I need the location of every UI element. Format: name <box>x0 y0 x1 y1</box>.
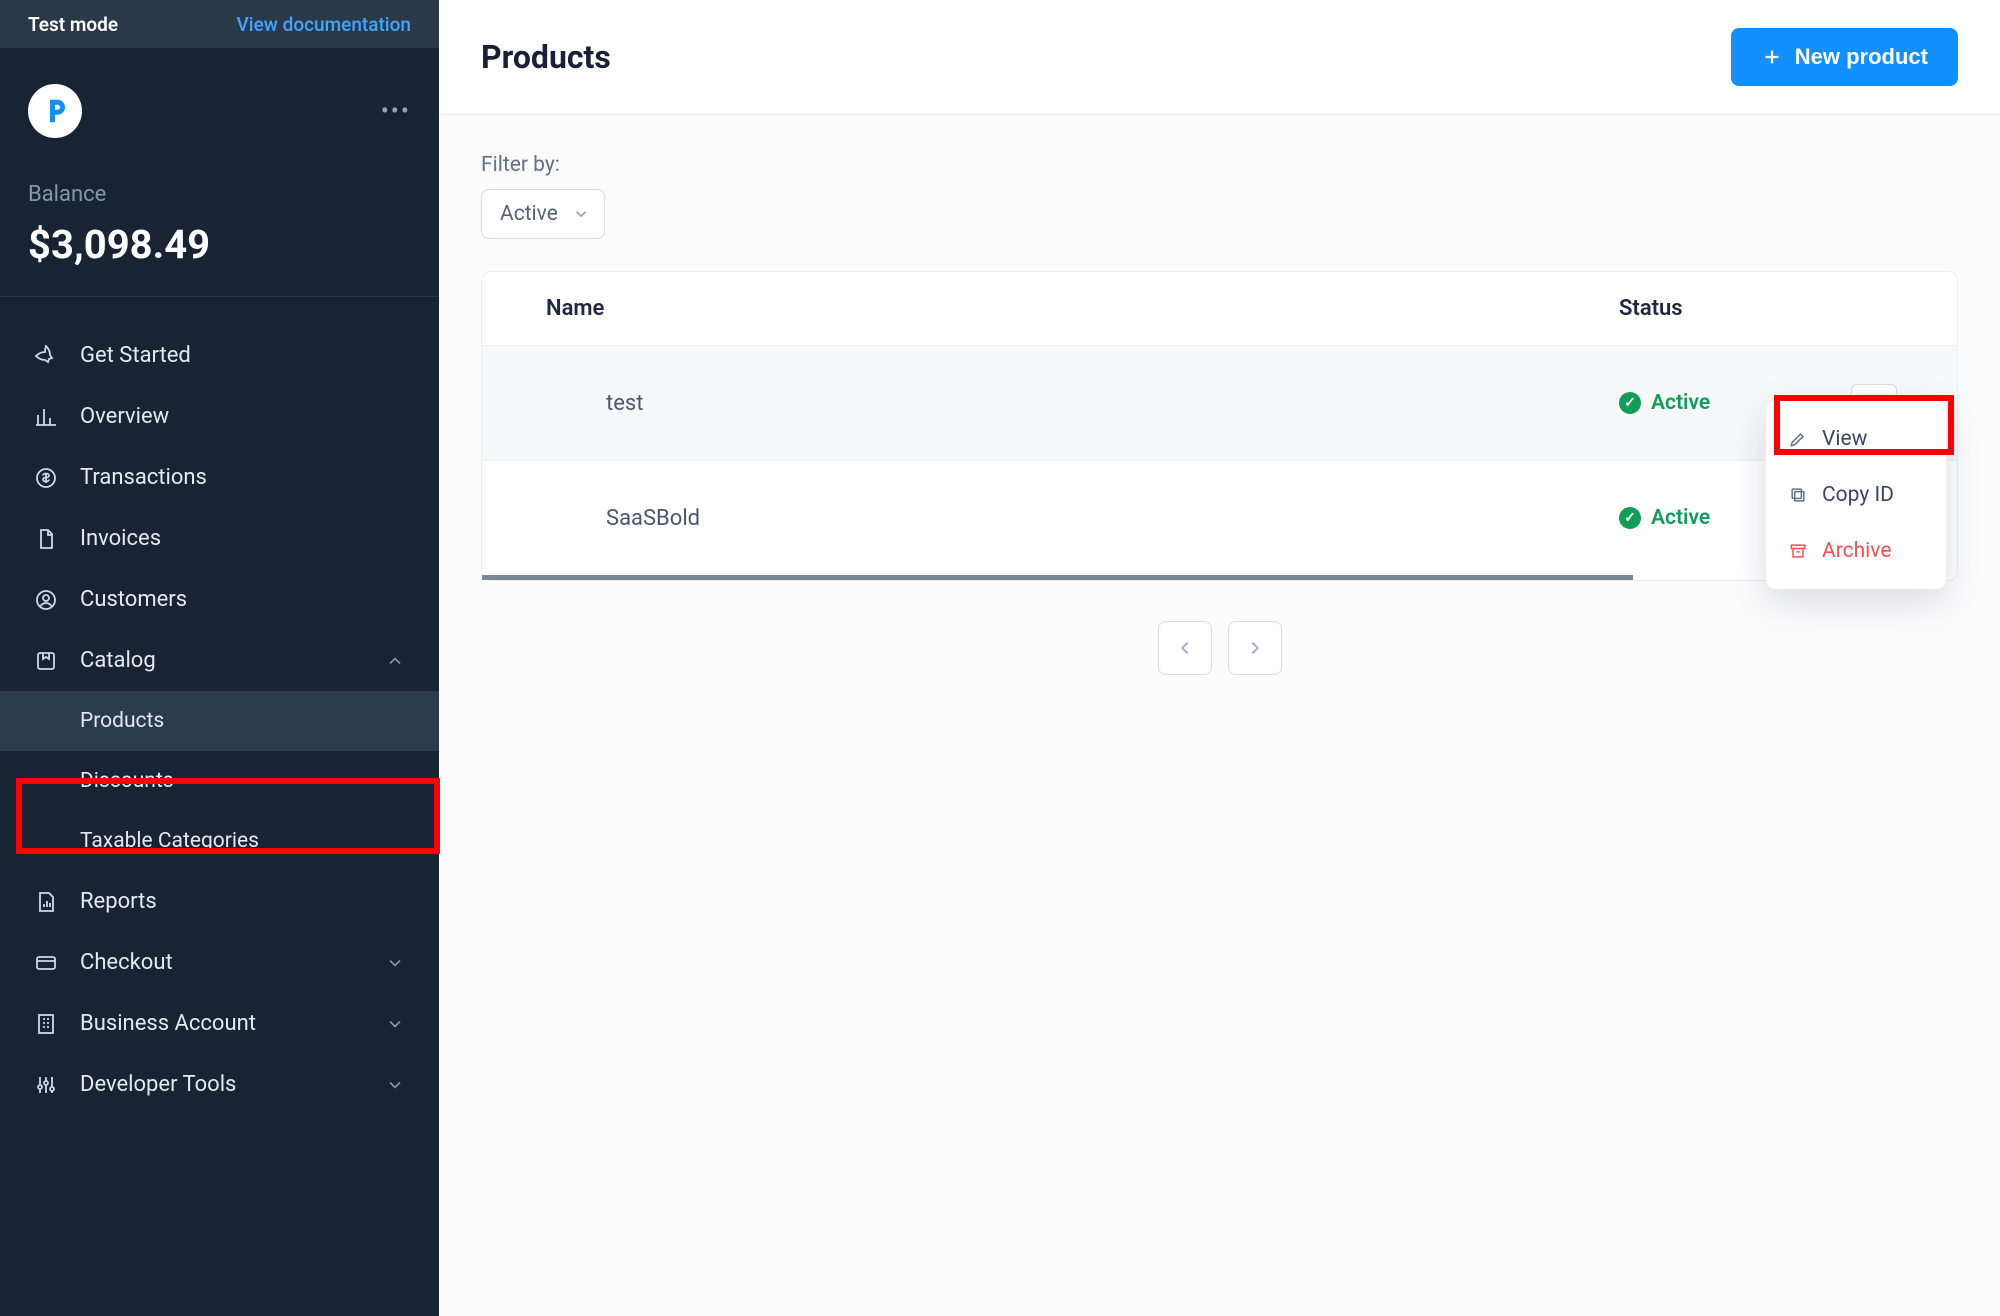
nav-label: Discounts <box>80 769 174 793</box>
column-status: Status <box>1619 296 1819 321</box>
nav-label: Get Started <box>80 343 191 368</box>
status-text: Active <box>1651 391 1710 415</box>
dropdown-copy-id[interactable]: Copy ID <box>1766 467 1946 523</box>
check-circle-icon: ✓ <box>1619 392 1641 414</box>
nav-customers[interactable]: Customers <box>0 569 439 630</box>
chevron-down-icon <box>572 205 590 223</box>
dollar-circle-icon <box>34 466 58 490</box>
dropdown-archive[interactable]: Archive <box>1766 523 1946 579</box>
nav-business-account[interactable]: Business Account <box>0 993 439 1054</box>
nav: Get Started Overview Transactions Invoic… <box>0 296 439 1143</box>
brand-row: ••• <box>0 48 439 138</box>
sidebar: Test mode View documentation ••• Balance… <box>0 0 439 1316</box>
nav-label: Invoices <box>80 526 161 551</box>
filter-value: Active <box>500 202 558 226</box>
archive-icon <box>1788 541 1808 561</box>
chart-icon <box>34 405 58 429</box>
balance-label: Balance <box>28 182 411 207</box>
horizontal-scrollbar[interactable] <box>482 575 1633 580</box>
column-name: Name <box>510 296 1619 321</box>
document-icon <box>34 527 58 551</box>
dropdown-view[interactable]: View <box>1766 411 1946 467</box>
pager-prev-button[interactable] <box>1158 621 1212 675</box>
page-header: Products New product <box>439 0 2000 115</box>
nav-label: Catalog <box>80 648 156 673</box>
logo <box>28 84 82 138</box>
box-icon <box>34 649 58 673</box>
nav-reports[interactable]: Reports <box>0 871 439 932</box>
nav-developer-tools[interactable]: Developer Tools <box>0 1054 439 1115</box>
nav-catalog[interactable]: Catalog <box>0 630 439 691</box>
new-product-label: New product <box>1795 44 1928 70</box>
pager-next-button[interactable] <box>1228 621 1282 675</box>
products-table: Name Status test ✓ Active ••• SaaSBold <box>481 271 1958 581</box>
row-actions-dropdown: View Copy ID Archive <box>1766 401 1946 589</box>
row-name: test <box>510 391 1619 416</box>
rocket-icon <box>34 344 58 368</box>
chevron-down-icon <box>385 1075 405 1095</box>
nav-label: Checkout <box>80 950 173 975</box>
content: Filter by: Active Name Status test ✓ Act… <box>439 115 2000 713</box>
filter-label: Filter by: <box>481 153 1958 177</box>
copy-icon <box>1788 485 1808 505</box>
pagination <box>481 621 1958 675</box>
nav-overview[interactable]: Overview <box>0 386 439 447</box>
nav-taxable-categories[interactable]: Taxable Categories <box>0 811 439 871</box>
building-icon <box>34 1012 58 1036</box>
status-text: Active <box>1651 506 1710 530</box>
balance-block: Balance $3,098.49 <box>0 138 439 296</box>
nav-label: Transactions <box>80 465 207 490</box>
balance-amount: $3,098.49 <box>28 221 411 268</box>
test-mode-label: Test mode <box>28 13 118 36</box>
nav-label: Products <box>80 709 164 733</box>
card-icon <box>34 951 58 975</box>
nav-label: Taxable Categories <box>80 829 259 853</box>
main: Products New product Filter by: Active N… <box>439 0 2000 1316</box>
nav-label: Business Account <box>80 1011 256 1036</box>
nav-get-started[interactable]: Get Started <box>0 325 439 386</box>
chevron-down-icon <box>385 953 405 973</box>
pencil-icon <box>1788 429 1808 449</box>
nav-checkout[interactable]: Checkout <box>0 932 439 993</box>
view-documentation-link[interactable]: View documentation <box>237 13 411 36</box>
chevron-up-icon <box>385 651 405 671</box>
sliders-icon <box>34 1073 58 1097</box>
nav-transactions[interactable]: Transactions <box>0 447 439 508</box>
user-circle-icon <box>34 588 58 612</box>
plus-icon <box>1761 46 1783 68</box>
nav-products[interactable]: Products <box>0 691 439 751</box>
filter-select[interactable]: Active <box>481 189 605 239</box>
dropdown-label: View <box>1822 427 1867 451</box>
sidebar-top-bar: Test mode View documentation <box>0 0 439 48</box>
nav-label: Overview <box>80 404 169 429</box>
brand-menu-dots-icon[interactable]: ••• <box>381 97 411 125</box>
nav-label: Reports <box>80 889 157 914</box>
table-row[interactable]: test ✓ Active ••• <box>482 345 1957 460</box>
dropdown-label: Archive <box>1822 539 1891 563</box>
check-circle-icon: ✓ <box>1619 507 1641 529</box>
new-product-button[interactable]: New product <box>1731 28 1958 86</box>
table-row[interactable]: SaaSBold ✓ Active ••• <box>482 460 1957 575</box>
column-actions <box>1819 296 1929 321</box>
page-title: Products <box>481 38 611 76</box>
nav-label: Customers <box>80 587 187 612</box>
nav-invoices[interactable]: Invoices <box>0 508 439 569</box>
chevron-down-icon <box>385 1014 405 1034</box>
report-icon <box>34 890 58 914</box>
paddle-logo-icon <box>40 96 70 126</box>
dropdown-label: Copy ID <box>1822 483 1894 507</box>
chevron-right-icon <box>1244 637 1266 659</box>
nav-discounts[interactable]: Discounts <box>0 751 439 811</box>
row-name: SaaSBold <box>510 506 1619 531</box>
nav-label: Developer Tools <box>80 1072 236 1097</box>
chevron-left-icon <box>1174 637 1196 659</box>
table-header: Name Status <box>482 272 1957 345</box>
